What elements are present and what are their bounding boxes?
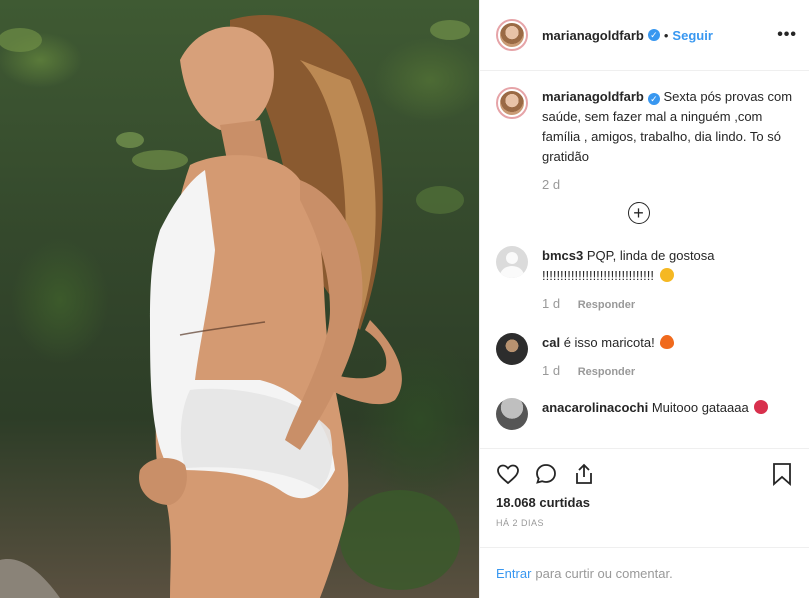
post-actions: 18.068 curtidas HÁ 2 DIAS Entrar para cu… [480,448,809,598]
comment-age: 1 d [542,296,561,311]
post-photo[interactable] [0,0,479,598]
action-icons [496,459,793,489]
post-sidebar: marianagoldfarb ✓ • Seguir ••• marianago… [479,0,809,598]
heart-icon[interactable] [496,462,520,486]
caption-username[interactable]: marianagoldfarb [542,89,644,104]
header-separator: • [663,27,669,43]
caption-age: 2 d [542,177,561,192]
comment-meta: 1 d Responder [542,296,793,311]
caption-avatar[interactable] [496,87,528,119]
author-avatar[interactable] [496,19,528,51]
follow-button[interactable]: Seguir [672,28,712,43]
comment-text-block: bmcs3 PQP, linda de gostosa !!!!!!!!!!!!… [542,246,793,286]
comment-text: é isso maricota! [563,335,655,350]
likes-count[interactable]: 18.068 curtidas [496,495,793,510]
bookmark-icon[interactable] [771,462,793,486]
reply-button[interactable]: Responder [578,366,635,378]
caption: marianagoldfarb ✓ Sexta pós provas com sa… [496,87,793,192]
comment-username[interactable]: cal [542,335,560,350]
comment-item: anacarolinacochi Muitooo gataaaa [496,398,793,430]
login-prompt: Entrar para curtir ou comentar. [480,547,809,598]
post-timestamp: HÁ 2 DIAS [496,518,545,528]
comment-text: Muitooo gataaaa [651,400,749,415]
heart-emoji-icon [754,400,769,414]
more-options-icon[interactable]: ••• [777,26,797,44]
post-container: marianagoldfarb ✓ • Seguir ••• marianago… [0,0,809,598]
comment-item: cal é isso maricota! 1 d Responder [496,333,793,378]
verified-icon: ✓ [647,29,660,41]
comment-username[interactable]: anacarolinacochi [542,400,648,415]
comment-icon[interactable] [534,462,558,486]
comment-avatar[interactable] [496,398,528,430]
comment-age: 1 d [542,363,561,378]
heart-eyes-emoji-icon [659,268,674,282]
comment-text-block: cal é isso maricota! [542,333,793,353]
fire-emoji-icon [660,335,675,349]
comment-avatar[interactable] [496,246,528,278]
verified-icon: ✓ [647,93,660,105]
login-prompt-text: para curtir ou comentar. [535,565,673,581]
comments-section[interactable]: marianagoldfarb ✓ Sexta pós provas com sa… [480,71,809,448]
comment-meta: 1 d Responder [542,363,793,378]
author-info: marianagoldfarb ✓ • Seguir [542,28,713,43]
author-username[interactable]: marianagoldfarb [542,28,644,43]
reply-button[interactable]: Responder [578,299,635,311]
share-icon[interactable] [572,462,596,486]
photo-illustration [0,15,470,598]
comment-text-block: anacarolinacochi Muitooo gataaaa [542,398,793,418]
comment-item: bmcs3 PQP, linda de gostosa !!!!!!!!!!!!… [496,246,793,311]
comment-username[interactable]: bmcs3 [542,248,583,263]
login-link[interactable]: Entrar [496,566,531,581]
post-header: marianagoldfarb ✓ • Seguir ••• [480,0,809,71]
plus-circle-icon[interactable]: + [627,202,650,224]
caption-text-block: marianagoldfarb ✓ Sexta pós provas com sa… [542,87,793,167]
comment-avatar[interactable] [496,333,528,365]
